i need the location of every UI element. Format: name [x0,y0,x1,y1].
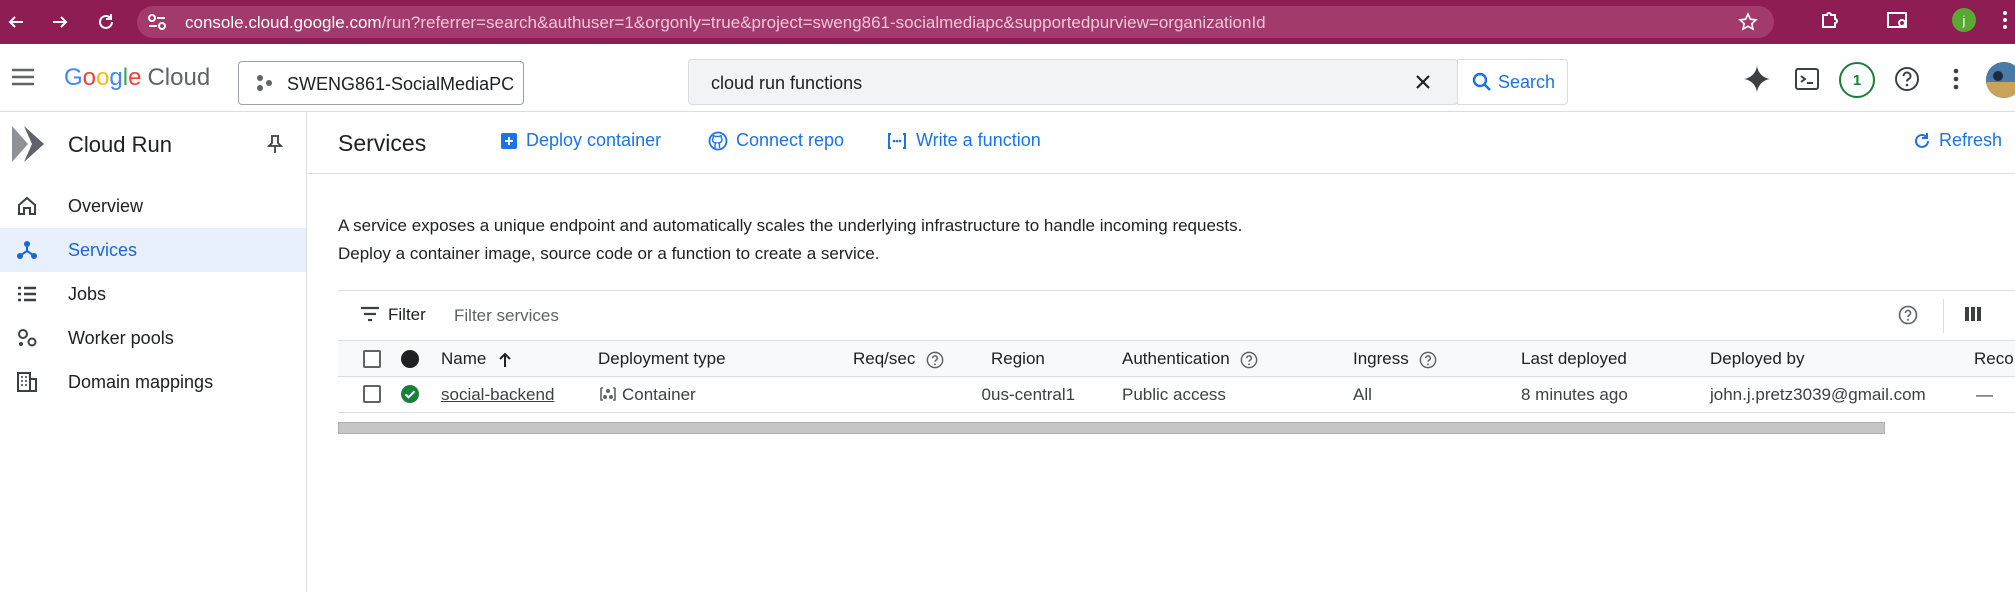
column-header-deployed-by[interactable]: Deployed by [1710,349,1805,369]
ingress-cell: All [1353,385,1372,404]
deploy-container-button[interactable]: Deploy container [500,130,661,151]
table-row: social-backend Container 0 us-central1 P… [338,377,2015,413]
more-vert-icon[interactable] [1942,65,1970,93]
help-icon[interactable] [1893,65,1921,93]
select-all-checkbox[interactable] [363,350,381,368]
profile-avatar[interactable]: j [1952,8,1976,32]
sidebar: Cloud Run Overview Services Jobs Worker … [0,112,307,592]
column-header-req-sec[interactable]: Req/sec [853,349,944,369]
chrome-menu-icon[interactable] [2000,8,2010,32]
divider [1943,299,1944,333]
region-cell: us-central1 [991,385,1076,404]
page-description: A service exposes a unique endpoint and … [338,216,1243,263]
site-info-icon[interactable] [147,13,167,31]
help-icon [1420,351,1437,368]
account-avatar[interactable] [1986,62,2015,98]
project-picker[interactable]: SWENG861-SocialMediaPC [238,61,524,105]
domain-icon [16,371,38,393]
project-name: SWENG861-SocialMediaPC [287,74,515,94]
worker-pools-icon [16,327,38,349]
table-header: Name Deployment type Req/sec Region Auth… [338,340,2015,377]
search-input[interactable] [711,70,1371,96]
horizontal-scrollbar[interactable] [338,422,1885,434]
column-header-ingress[interactable]: Ingress [1353,349,1437,369]
sort-ascending-icon [499,352,511,367]
search-icon [1472,72,1492,92]
deployment-type-cell: Container [598,385,696,405]
help-icon [1241,351,1258,368]
sidebar-item-worker-pools[interactable]: Worker pools [0,316,306,360]
gemini-sparkle-icon[interactable] [1743,65,1771,93]
req-sec-cell: 0 [981,385,991,404]
column-header-name[interactable]: Name [441,349,513,369]
project-icon [255,74,273,92]
back-icon[interactable] [2,8,30,36]
url-text: console.cloud.google.com/run?referrer=se… [185,13,1266,32]
column-header-deployment-type[interactable]: Deployment type [598,349,726,369]
extensions-icon[interactable] [1818,8,1842,32]
list-icon [16,283,38,305]
reload-icon[interactable] [92,8,120,36]
sidebar-header: Cloud Run [0,112,307,176]
last-deployed-cell: 8 minutes ago [1521,385,1628,404]
tab-search-icon[interactable] [1886,8,1910,32]
status-column-icon [401,350,419,368]
refresh-button[interactable]: Refresh [1913,130,2002,151]
write-function-button[interactable]: Write a function [886,130,1041,151]
console-header: GoogleCloud SWENG861-SocialMediaPC Searc… [0,44,2015,112]
home-icon [16,195,38,217]
filter-bar: Filter [338,290,2015,340]
page-title: Services [338,130,427,156]
hamburger-menu-icon[interactable] [10,64,38,92]
refresh-icon [1915,132,1929,148]
function-icon [888,132,906,149]
github-icon [708,131,728,150]
main-content: Services Deploy container Connect repo W… [308,112,2015,592]
filter-input[interactable] [454,304,854,328]
google-cloud-logo[interactable]: Google Cloud [64,64,210,92]
browser-toolbar: console.cloud.google.com/run?referrer=se… [0,0,2015,44]
sidebar-item-overview[interactable]: Overview [0,184,306,228]
column-header-recommendations[interactable]: Reco [1974,349,2014,369]
services-icon [16,239,38,261]
sidebar-item-services[interactable]: Services [0,228,306,272]
sidebar-item-domain-mappings[interactable]: Domain mappings [0,360,306,404]
address-bar[interactable]: console.cloud.google.com/run?referrer=se… [137,6,1774,38]
service-name-link[interactable]: social-backend [441,385,554,405]
sidebar-item-jobs[interactable]: Jobs [0,272,306,316]
forward-icon[interactable] [46,8,74,36]
pin-icon[interactable] [266,134,284,154]
notifications-badge[interactable]: 1 [1839,62,1875,98]
help-icon[interactable] [1898,305,1918,325]
deployed-by-cell: john.j.pretz3039@gmail.com [1710,385,1926,404]
sidebar-title: Cloud Run [68,132,172,157]
bookmark-star-icon[interactable] [1738,12,1758,32]
filter-label[interactable]: Filter [388,305,426,325]
authentication-cell: Public access [1122,385,1226,404]
page-toolbar: Services Deploy container Connect repo W… [308,112,2015,174]
cloud-shell-icon[interactable] [1793,65,1821,93]
container-icon [600,387,616,401]
status-ok-icon [401,385,419,403]
column-header-authentication[interactable]: Authentication [1122,349,1258,369]
connect-repo-button[interactable]: Connect repo [708,130,844,151]
column-display-icon[interactable] [1964,305,1982,323]
search-box [688,59,1458,105]
add-box-icon [501,132,517,149]
column-header-region[interactable]: Region [991,349,1045,369]
cloud-run-logo-icon [10,124,48,164]
filter-icon[interactable] [360,306,380,322]
help-icon [926,351,944,368]
search-button[interactable]: Search [1457,59,1568,105]
recommendations-cell: — [1976,385,1993,404]
clear-search-icon[interactable] [1413,72,1433,92]
row-checkbox[interactable] [363,385,381,403]
column-header-last-deployed[interactable]: Last deployed [1521,349,1627,369]
